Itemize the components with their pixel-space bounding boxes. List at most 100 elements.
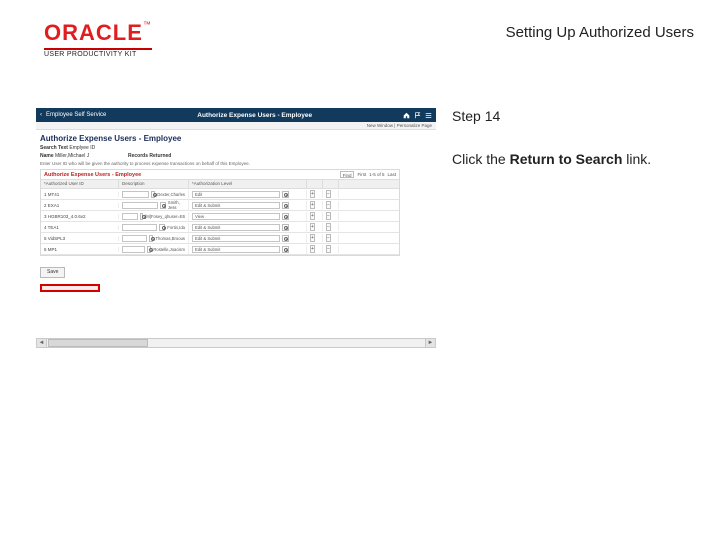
chevron-down-icon[interactable] — [282, 224, 289, 231]
appbar-center-title: Authorize Expense Users - Employee — [106, 112, 403, 119]
section-title: Authorize Expense Users - Employee — [36, 130, 436, 145]
delete-row-button[interactable]: − — [326, 245, 331, 253]
flag-icon[interactable] — [414, 112, 421, 119]
table-row: 2 EXA1 Smith, Jess Edit & Submit + − — [41, 200, 399, 211]
instr-prefix: Click the — [452, 151, 510, 167]
appbar-icon-group — [403, 112, 432, 119]
userid-input[interactable] — [122, 235, 147, 242]
delete-row-button[interactable]: − — [326, 223, 331, 231]
level-select[interactable]: Edit & Submit — [192, 235, 280, 242]
lookup-icon[interactable] — [151, 191, 156, 198]
nav-range: 1-5 of 5 — [369, 172, 384, 177]
search-row: Search Text Emplyee ID — [36, 145, 436, 153]
instr-bold: Return to Search — [510, 151, 623, 167]
name-row: Name Miller,Michael J Records Returned — [36, 153, 436, 161]
nav-last[interactable]: Last — [387, 172, 396, 177]
col-userid: *Authorized User ID — [41, 180, 119, 188]
table-row: 3 HGBR103_4.0.6v2 [M]Fosey_qhuser=E6 Vie… — [41, 211, 399, 222]
app-bar: ‹ Employee Self Service Authorize Expens… — [36, 108, 436, 122]
table-row: 1 MT41 Dexter,Charles Edit + − — [41, 189, 399, 200]
app-screenshot: ‹ Employee Self Service Authorize Expens… — [36, 108, 436, 348]
add-row-button[interactable]: + — [310, 223, 315, 231]
desc-text: Smith, Jess — [168, 200, 185, 210]
scroll-left-icon[interactable]: ◄ — [37, 339, 47, 347]
scroll-thumb[interactable] — [48, 339, 148, 347]
brand-divider — [44, 48, 152, 50]
table-title: Authorize Expense Users - Employee — [44, 172, 141, 178]
lookup-icon[interactable] — [160, 202, 166, 209]
add-row-button[interactable]: + — [310, 212, 315, 220]
desc-text: Dexter,Charles — [157, 192, 185, 197]
lookup-icon[interactable] — [147, 246, 151, 253]
save-button[interactable]: Save — [40, 267, 65, 278]
userid-input[interactable] — [122, 213, 138, 220]
row-id: 4 TEA1 — [41, 225, 119, 230]
userid-input[interactable] — [122, 202, 158, 209]
table-row: 6 MP1 Rostelle,Joacism Edit & Submit + − — [41, 244, 399, 255]
horizontal-scrollbar[interactable]: ◄ ► — [36, 338, 436, 348]
appbar-left-title: Employee Self Service — [46, 112, 106, 118]
instruction-panel: Step 14 Click the Return to Search link. — [452, 108, 702, 168]
userid-input[interactable] — [122, 224, 157, 231]
col-add — [307, 180, 323, 188]
col-del — [323, 180, 339, 188]
row-id: 1 MT41 — [41, 192, 119, 197]
table-nav: Find First 1-5 of 5 Last — [340, 171, 396, 178]
chevron-down-icon[interactable] — [282, 213, 289, 220]
level-select[interactable]: Edit & Submit — [192, 202, 280, 209]
desc-text: Rostelle,Joacism — [153, 247, 185, 252]
table-columns: *Authorized User ID Description *Authori… — [41, 180, 399, 189]
add-row-button[interactable]: + — [310, 245, 315, 253]
table-row: 4 TEA1 Fortin,Ida Edit & Submit + − — [41, 222, 399, 233]
userid-input[interactable] — [122, 246, 145, 253]
chevron-down-icon[interactable] — [282, 246, 289, 253]
chevron-down-icon[interactable] — [282, 202, 289, 209]
level-select[interactable]: View — [192, 213, 280, 220]
level-select[interactable]: Edit & Submit — [192, 224, 280, 231]
home-icon[interactable] — [403, 112, 410, 119]
level-select[interactable]: Edit & Submit — [192, 246, 280, 253]
brand-logo: ORACLE™ USER PRODUCTIVITY KIT — [44, 20, 164, 58]
name-label: Name — [40, 153, 54, 159]
add-row-button[interactable]: + — [310, 234, 315, 242]
brand-tm: ™ — [143, 20, 151, 29]
find-button[interactable]: Find — [340, 171, 355, 178]
chevron-down-icon[interactable] — [282, 191, 289, 198]
add-row-button[interactable]: + — [310, 201, 315, 209]
instr-suffix: link. — [622, 151, 651, 167]
table-row: 5 VidSPL3 Thomas,Broous Edit & Submit + … — [41, 233, 399, 244]
page-title: Setting Up Authorized Users — [506, 24, 694, 41]
step-label: Step 14 — [452, 108, 702, 124]
userid-input[interactable] — [122, 191, 149, 198]
nav-first[interactable]: First — [357, 172, 366, 177]
desc-text: Fortin,Ida — [167, 225, 185, 230]
row-id: 3 HGBR103_4.0.6v2 — [41, 214, 119, 219]
brand-sub: USER PRODUCTIVITY KIT — [44, 51, 164, 58]
col-desc: Description — [119, 180, 189, 188]
back-icon[interactable]: ‹ — [40, 112, 42, 118]
records-label: Records Returned — [128, 153, 171, 159]
table-header-bar: Authorize Expense Users - Employee Find … — [41, 170, 399, 180]
row-id: 6 MP1 — [41, 247, 119, 252]
search-label: Search Text — [40, 145, 68, 151]
lookup-icon[interactable] — [149, 235, 154, 242]
auth-users-table: Authorize Expense Users - Employee Find … — [40, 169, 400, 256]
delete-row-button[interactable]: − — [326, 234, 331, 242]
brand-name: ORACLE — [44, 20, 143, 45]
lookup-icon[interactable] — [140, 213, 143, 220]
col-level: *Authorization Level — [189, 180, 307, 188]
lookup-icon[interactable] — [159, 224, 165, 231]
scroll-right-icon[interactable]: ► — [425, 339, 435, 347]
delete-row-button[interactable]: − — [326, 212, 331, 220]
menu-icon[interactable] — [425, 112, 432, 119]
delete-row-button[interactable]: − — [326, 190, 331, 198]
search-value: Emplyee ID — [69, 145, 95, 151]
chevron-down-icon[interactable] — [282, 235, 289, 242]
desc-text: [M]Fosey_qhuser=E6 — [145, 214, 185, 219]
delete-row-button[interactable]: − — [326, 201, 331, 209]
row-id: 5 VidSPL3 — [41, 236, 119, 241]
instruction-text: Click the Return to Search link. — [452, 150, 702, 168]
add-row-button[interactable]: + — [310, 190, 315, 198]
level-select[interactable]: Edit — [192, 191, 280, 198]
return-to-search-highlight[interactable] — [40, 284, 100, 292]
